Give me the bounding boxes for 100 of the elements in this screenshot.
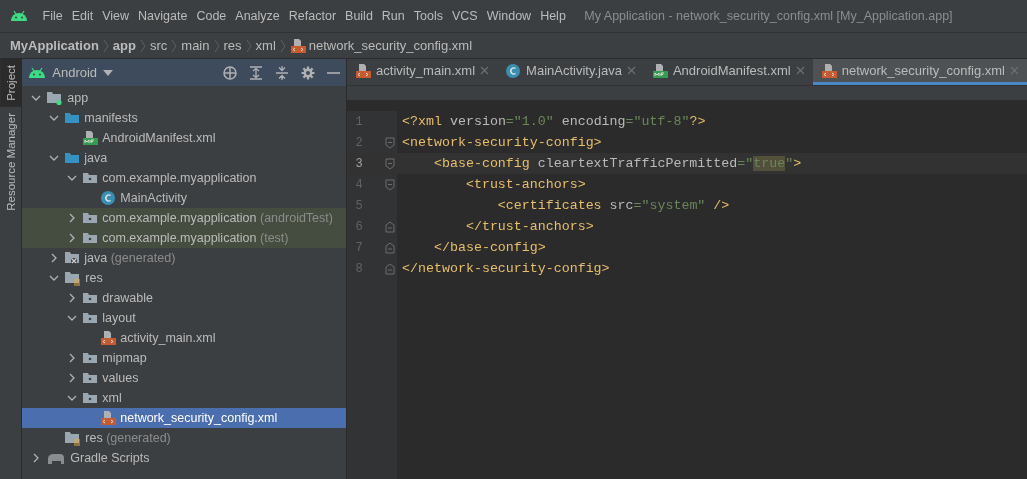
folder-icon [64, 110, 81, 126]
expand-all-icon[interactable] [249, 65, 264, 80]
fold-icon[interactable] [385, 157, 396, 170]
tree-item[interactable]: res [22, 268, 347, 288]
fold-icon[interactable] [385, 262, 396, 275]
package-folder-icon [82, 170, 99, 186]
package-folder-icon [82, 370, 99, 386]
code-line: </trust-anchors> [464, 219, 594, 234]
menu-item[interactable]: Window [482, 9, 536, 23]
fold-icon[interactable] [385, 241, 396, 254]
code-line: <network-security-config> [401, 135, 602, 150]
tree-item[interactable]: layout [22, 308, 347, 328]
view-selector[interactable]: Android [52, 65, 98, 80]
code-line: </network-security-config> [401, 261, 610, 276]
collapse-all-icon[interactable] [275, 65, 290, 80]
android-icon [28, 66, 47, 79]
chevron-separator-icon [245, 38, 252, 53]
package-folder-icon [82, 310, 99, 326]
close-icon[interactable] [480, 66, 490, 75]
tree-item[interactable]: com.example.myapplication (androidTest) [22, 208, 347, 228]
xml-file-icon [100, 330, 117, 346]
chevron-separator-icon [171, 38, 178, 53]
package-folder-icon [82, 230, 99, 246]
code-line: <trust-anchors> [464, 177, 586, 192]
package-folder-icon [82, 210, 99, 226]
crosshair-icon[interactable] [223, 65, 238, 80]
fold-icon[interactable] [385, 178, 396, 191]
elephant-icon [46, 451, 67, 465]
folder-icon [64, 150, 81, 166]
breadcrumb-item[interactable]: xml [255, 38, 276, 53]
editor-tab[interactable]: activity_main.xml [347, 59, 498, 85]
manifest-file-icon [82, 130, 99, 146]
code-line: </base-config> [433, 240, 546, 255]
side-tab[interactable]: Resource Manager [0, 106, 22, 217]
class-icon [100, 190, 117, 206]
breadcrumb-item[interactable]: network_security_config.xml [289, 37, 473, 54]
window-title: My Application - network_security_config.xml [My_Application.app] [584, 9, 953, 23]
tree-item[interactable]: java (generated) [22, 248, 347, 268]
settings-icon[interactable] [301, 65, 316, 80]
editor-tab[interactable]: MainActivity.java [497, 59, 644, 85]
fold-icon[interactable] [385, 220, 396, 233]
breadcrumb-item[interactable]: res [223, 38, 242, 53]
menu-item[interactable]: Tools [409, 9, 448, 23]
tree-item[interactable]: MainActivity [22, 188, 347, 208]
menu-item[interactable]: Refactor [284, 9, 341, 23]
side-tab[interactable]: Project [0, 59, 22, 107]
editor-tab[interactable]: network_security_config.xml [812, 59, 1027, 85]
menu-item[interactable]: Analyze [230, 9, 285, 23]
tree-item[interactable]: res (generated) [22, 428, 347, 448]
menu-item[interactable]: Build [340, 9, 378, 23]
dropdown-icon[interactable] [103, 69, 114, 76]
xml-file-icon [355, 62, 372, 79]
resource-folder-icon [64, 270, 82, 286]
tree-item[interactable]: mipmap [22, 348, 347, 368]
breadcrumb-item[interactable]: MyApplication [10, 38, 99, 53]
close-icon[interactable] [626, 66, 636, 75]
tree-item[interactable]: app [22, 88, 347, 108]
tree-item[interactable]: java [22, 148, 347, 168]
xml-file-icon [100, 410, 117, 426]
tree-item[interactable]: activity_main.xml [22, 328, 347, 348]
xml-file-icon [820, 62, 837, 79]
tree-item[interactable]: manifests [22, 108, 347, 128]
menu-item[interactable]: Run [377, 9, 410, 23]
close-icon[interactable] [795, 66, 805, 75]
chevron-separator-icon [213, 38, 220, 53]
code-line: <?xml version="1.0" encoding="utf-8"?> [401, 114, 706, 129]
tree-item[interactable]: Gradle Scripts [22, 448, 347, 468]
menu-item[interactable]: Help [535, 9, 571, 23]
fold-icon[interactable] [385, 136, 396, 149]
generated-folder-icon [64, 250, 81, 266]
tree-item[interactable]: AndroidManifest.xml [22, 128, 347, 148]
chevron-separator-icon [139, 38, 146, 53]
package-folder-icon [82, 290, 99, 306]
module-folder-icon [46, 90, 64, 106]
chevron-separator-icon [279, 38, 286, 53]
xml-file-icon [289, 37, 306, 54]
tree-item[interactable]: network_security_config.xml [22, 408, 347, 428]
tree-item[interactable]: xml [22, 388, 347, 408]
chevron-separator-icon [102, 38, 109, 53]
menu-item[interactable]: VCS [447, 9, 483, 23]
package-folder-icon [82, 390, 99, 406]
editor-tab[interactable]: AndroidManifest.xml [643, 59, 813, 85]
breadcrumb-item[interactable]: main [181, 38, 210, 53]
menu-item[interactable]: File [38, 9, 68, 23]
menu-item[interactable]: View [97, 9, 134, 23]
breadcrumb-item[interactable]: app [112, 38, 136, 53]
manifest-file-icon [651, 62, 668, 79]
tree-item[interactable]: com.example.myapplication (test) [22, 228, 347, 248]
line-number: 3 [354, 156, 364, 171]
code-line: <certificates src="system" /> [496, 198, 730, 213]
tree-item[interactable]: com.example.myapplication [22, 168, 347, 188]
menu-item[interactable]: Code [191, 9, 231, 23]
package-folder-icon [82, 350, 99, 366]
menu-item[interactable]: Navigate [133, 9, 192, 23]
resource-folder-icon [64, 430, 82, 446]
tree-item[interactable]: drawable [22, 288, 347, 308]
menu-item[interactable]: Edit [67, 9, 98, 23]
breadcrumb-item[interactable]: src [149, 38, 168, 53]
class-icon [505, 62, 522, 79]
tree-item[interactable]: values [22, 368, 347, 388]
